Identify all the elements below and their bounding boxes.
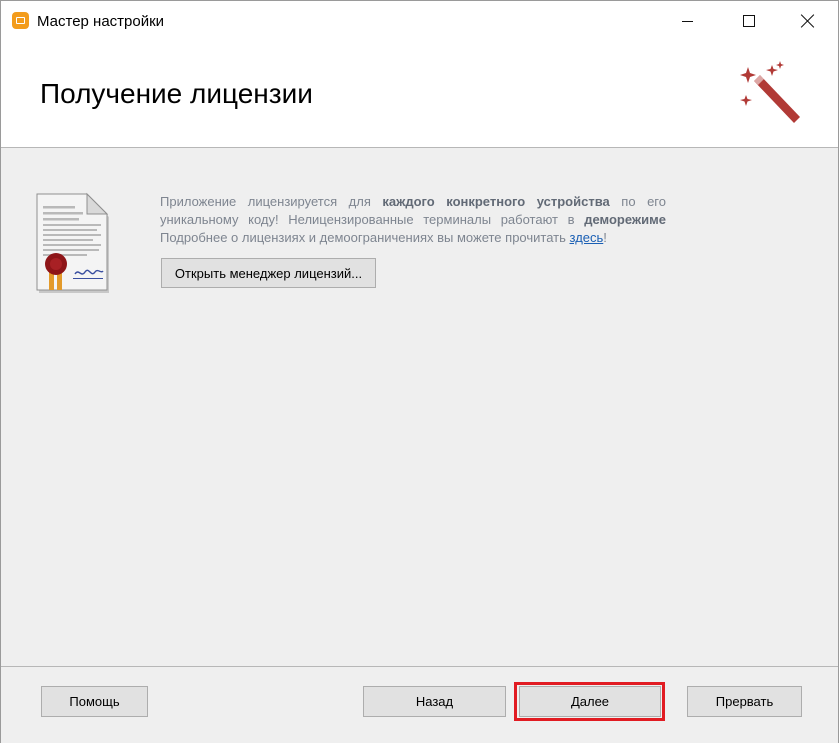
window-title: Мастер настройки [37, 13, 165, 30]
wizard-header: Получение лицензии [1, 41, 838, 148]
maximize-button[interactable] [718, 1, 780, 41]
info-text: Приложение лицензируется для [160, 194, 371, 209]
info-text: по его [621, 194, 666, 209]
close-icon [800, 14, 814, 28]
close-button[interactable] [776, 1, 838, 41]
wizard-footer: Помощь Назад Далее Прервать [1, 666, 838, 743]
info-line-2: уникальному коду! Нелицензированные терм… [160, 211, 666, 229]
info-text-bold: деморежиме [584, 212, 666, 227]
next-button[interactable]: Далее [519, 686, 661, 717]
info-text-bold: каждого конкретного устройства [382, 194, 610, 209]
content-area: Приложение лицензируется для каждого кон… [1, 148, 838, 666]
details-link[interactable]: здесь [570, 230, 604, 245]
info-text: ! [603, 230, 607, 245]
license-info-text: Приложение лицензируется для каждого кон… [160, 193, 666, 247]
back-button[interactable]: Назад [363, 686, 506, 717]
cancel-button[interactable]: Прервать [687, 686, 802, 717]
info-line-3: Подробнее о лицензиях и демоограничениях… [160, 229, 666, 247]
title-bar: Мастер настройки [1, 1, 838, 41]
help-button[interactable]: Помощь [41, 686, 148, 717]
magic-wand-icon [740, 61, 800, 123]
info-text: уникальному коду! Нелицензированные терм… [160, 212, 575, 227]
page-title: Получение лицензии [40, 78, 313, 109]
minimize-icon [681, 20, 693, 22]
open-license-manager-button[interactable]: Открыть менеджер лицензий... [161, 258, 376, 288]
setup-wizard-window: Мастер настройки Получение лицензии Прил… [0, 0, 839, 743]
maximize-icon [743, 15, 755, 27]
app-icon [12, 12, 29, 29]
minimize-button[interactable] [656, 1, 718, 41]
info-text: Подробнее о лицензиях и демоограничениях… [160, 230, 566, 245]
info-line-1: Приложение лицензируется для каждого кон… [160, 193, 666, 211]
license-certificate-icon [36, 192, 109, 293]
